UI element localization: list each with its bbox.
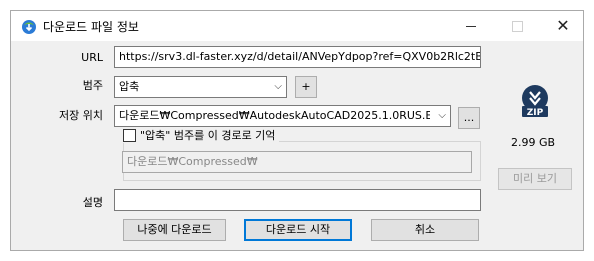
idm-app-icon (22, 20, 36, 34)
title-bar: 다운로드 파일 정보 ✕ (11, 11, 583, 41)
url-label: URL (81, 51, 103, 64)
description-label: 설명 (82, 196, 103, 209)
chevron-down-icon: ⌵ (274, 81, 282, 92)
category-select[interactable]: 압축 ⌵ (114, 76, 287, 98)
zip-icon-text: ZIP (527, 108, 544, 118)
download-later-button[interactable]: 나중에 다운로드 (123, 219, 226, 241)
minimize-icon (466, 25, 476, 27)
window-title: 다운로드 파일 정보 (43, 20, 139, 34)
file-size: 2.99 GB (511, 136, 556, 149)
remember-path-field: 다운로드₩Compressed₩ (122, 151, 472, 173)
start-download-button[interactable]: 다운로드 시작 (244, 219, 352, 241)
save-location-label: 저장 위치 (59, 109, 103, 122)
zip-file-icon: ZIP (522, 85, 548, 118)
remember-label: "압축" 범주를 이 경로로 기억 (140, 129, 276, 142)
add-category-button[interactable]: + (295, 76, 317, 98)
browse-button[interactable]: ... (458, 107, 480, 129)
close-icon: ✕ (556, 16, 570, 35)
save-location-select[interactable]: 다운로드₩Compressed₩AutodeskAutoCAD2025.1.0R… (114, 105, 451, 127)
maximize-button (494, 11, 540, 41)
remember-checkbox-row[interactable]: "압축" 범주를 이 경로로 기억 (123, 127, 280, 143)
remember-checkbox[interactable] (123, 128, 136, 142)
minimize-button[interactable] (448, 11, 494, 41)
maximize-icon (511, 20, 523, 32)
cancel-button[interactable]: 취소 (371, 219, 479, 241)
url-field[interactable]: https://srv3.dl-faster.xyz/d/detail/ANVe… (114, 46, 481, 68)
download-file-info-window: 다운로드 파일 정보 ✕ URL https://srv3.dl-faster.… (10, 10, 584, 251)
category-label: 범주 (82, 79, 103, 92)
chevron-down-icon: ⌵ (438, 110, 446, 121)
description-field[interactable] (114, 189, 481, 211)
category-value: 압축 (119, 80, 140, 93)
close-button[interactable]: ✕ (540, 11, 586, 41)
preview-button: 미리 보기 (498, 168, 572, 190)
save-location-value: 다운로드₩Compressed₩AutodeskAutoCAD2025.1.0R… (119, 109, 430, 122)
